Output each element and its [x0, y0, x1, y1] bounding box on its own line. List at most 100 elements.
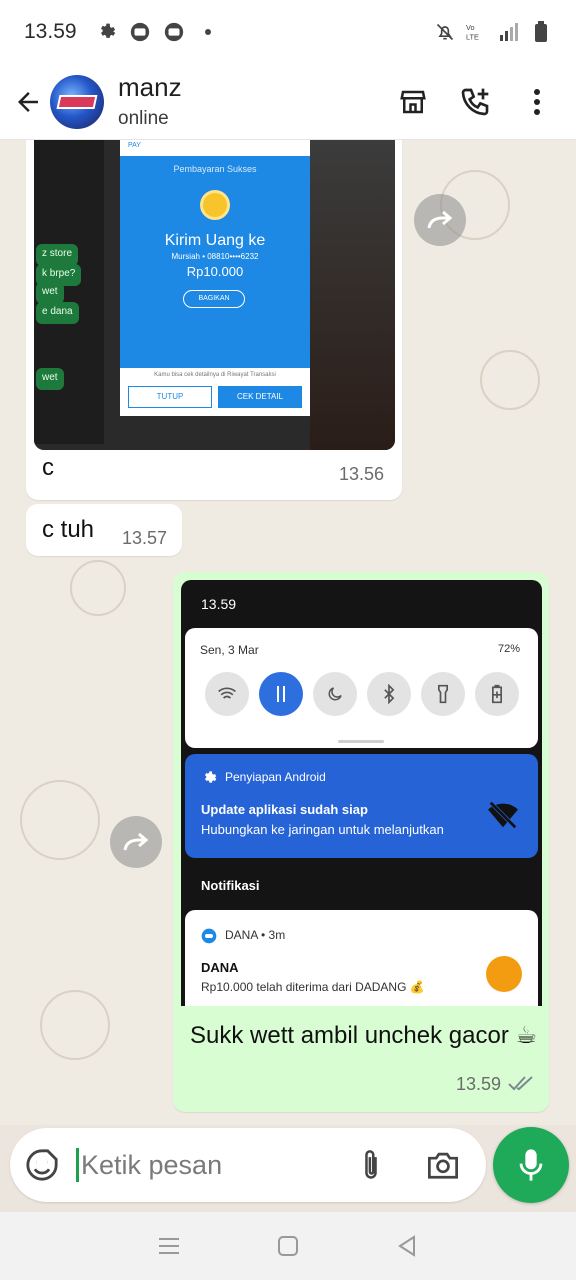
attach-button[interactable]: [351, 1145, 391, 1185]
image-chat-panel: z store k brpe? wet e dana wet: [34, 140, 104, 444]
forward-icon: [427, 210, 453, 229]
image-amount: Rp10.000: [186, 264, 244, 279]
contact-info[interactable]: manz online: [118, 72, 182, 132]
image-background: [310, 140, 395, 450]
message-input[interactable]: [81, 1149, 341, 1181]
message-icon: [129, 21, 151, 43]
image-detail-button: CEK DETAIL: [218, 386, 302, 408]
message-bubble-incoming[interactable]: c tuh 13.57: [26, 504, 182, 556]
read-receipt-icon: [508, 1076, 533, 1091]
avatar-image: [56, 94, 98, 109]
status-left-icons: [95, 21, 219, 43]
message-caption: c: [42, 454, 54, 481]
recents-button[interactable]: [149, 1226, 189, 1266]
image-chat-bubble: z store: [36, 244, 79, 266]
store-icon: [400, 90, 426, 113]
message-composer: [10, 1128, 486, 1202]
image-chat-bubble: e dana: [36, 302, 79, 324]
image-payment-title: Pembayaran Sukses: [173, 164, 257, 174]
svg-text:LTE: LTE: [466, 32, 479, 41]
image-status-time: 13.59: [201, 596, 237, 612]
more-options-button[interactable]: [520, 85, 554, 119]
header-actions: [396, 85, 554, 119]
message-icon: [163, 21, 185, 43]
bluetooth-icon: [367, 672, 411, 716]
image-chat-bubble: wet: [36, 282, 64, 304]
home-icon: [277, 1236, 298, 1256]
store-button[interactable]: [396, 85, 430, 119]
image-dana-body: Rp10.000 telah diterima dari DADANG 💰: [201, 980, 425, 994]
recents-icon: [159, 1238, 180, 1254]
image-receipt-footer: Kamu bisa cek detailnya di Riwayat Trans…: [120, 368, 310, 416]
contact-status: online: [118, 107, 169, 129]
image-notif-title: Update aplikasi sudah siap: [201, 802, 368, 817]
image-section-title: Notifikasi: [201, 878, 260, 893]
image-date: Sen, 3 Mar: [200, 643, 259, 657]
image-notification-android: Penyiapan Android Update aplikasi sudah …: [185, 754, 538, 858]
chat-header: manz online: [0, 64, 576, 140]
camera-button[interactable]: [423, 1145, 463, 1185]
image-close-button: TUTUP: [128, 386, 212, 408]
volte-icon: Vo LTE: [466, 21, 488, 43]
image-battery: 72%: [497, 643, 520, 655]
data-toggle-icon: [259, 672, 303, 716]
image-dana-app: DANA • 3m: [225, 928, 286, 942]
camera-icon: [428, 1152, 458, 1179]
signal-icon: [498, 21, 520, 43]
dana-logo-icon: [201, 928, 217, 944]
forward-icon: [123, 832, 149, 851]
battery-saver-icon: [475, 672, 519, 716]
message-bubble-incoming[interactable]: z store k brpe? wet e dana wet PAY Pemba…: [26, 140, 402, 500]
back-nav-button[interactable]: [387, 1226, 427, 1266]
status-time: 13.59: [24, 20, 77, 43]
drag-handle: [338, 740, 384, 743]
chat-area[interactable]: z store k brpe? wet e dana wet PAY Pemba…: [0, 140, 576, 1125]
system-navigation-bar: [0, 1212, 576, 1280]
text-caret: [76, 1148, 79, 1182]
image-quick-settings: Sen, 3 Mar 72%: [185, 628, 538, 748]
mute-icon: [434, 21, 456, 43]
image-recipient: Mursiah • 08810••••6232: [171, 252, 259, 261]
status-right-icons: Vo LTE: [434, 21, 552, 43]
wifi-icon: [205, 672, 249, 716]
sticker-button[interactable]: [22, 1145, 62, 1185]
background-doodle: [480, 350, 540, 410]
wifi-off-icon: [488, 801, 518, 829]
back-button[interactable]: [6, 80, 50, 124]
message-image[interactable]: z store k brpe? wet e dana wet PAY Pemba…: [34, 140, 395, 450]
mic-icon: [519, 1149, 543, 1181]
image-dana-header: PAY: [120, 140, 310, 156]
message-time: 13.59: [456, 1074, 502, 1094]
svg-text:Vo: Vo: [466, 23, 475, 32]
image-heading: Kirim Uang ke: [164, 232, 266, 249]
back-triangle-icon: [397, 1235, 415, 1257]
background-doodle: [40, 990, 110, 1060]
dot-icon: [197, 21, 219, 43]
background-doodle: [20, 780, 100, 860]
add-call-icon: [461, 88, 489, 115]
coin-icon: [200, 190, 230, 220]
image-footer-note: Kamu bisa cek detailnya di Riwayat Trans…: [154, 372, 276, 378]
more-vert-icon: [534, 88, 540, 115]
dana-avatar-icon: [486, 956, 522, 992]
message-image[interactable]: 13.59 Sen, 3 Mar 72% Penyiapan Android U…: [181, 580, 542, 1006]
image-dana-title: DANA: [201, 960, 239, 975]
message-caption: Sukk wett ambil unchek gacor ☕: [190, 1022, 538, 1049]
voice-record-button[interactable]: [493, 1127, 569, 1203]
battery-icon: [530, 21, 552, 43]
forward-button[interactable]: [110, 816, 162, 868]
flashlight-icon: [421, 672, 465, 716]
image-share-button: BAGIKAN: [183, 290, 245, 308]
home-button[interactable]: [268, 1226, 308, 1266]
message-time: 13.57: [122, 528, 168, 548]
avatar[interactable]: [50, 74, 104, 129]
paperclip-icon: [365, 1150, 377, 1179]
background-doodle: [70, 560, 126, 616]
status-bar: 13.59 Vo LTE: [0, 0, 576, 64]
forward-button[interactable]: [414, 194, 466, 246]
image-dana-receipt: PAY Pembayaran Sukses Kirim Uang ke Murs…: [120, 140, 310, 416]
add-call-button[interactable]: [458, 85, 492, 119]
night-mode-icon: [313, 672, 357, 716]
settings-icon: [205, 771, 217, 783]
sticker-icon: [26, 1149, 58, 1181]
